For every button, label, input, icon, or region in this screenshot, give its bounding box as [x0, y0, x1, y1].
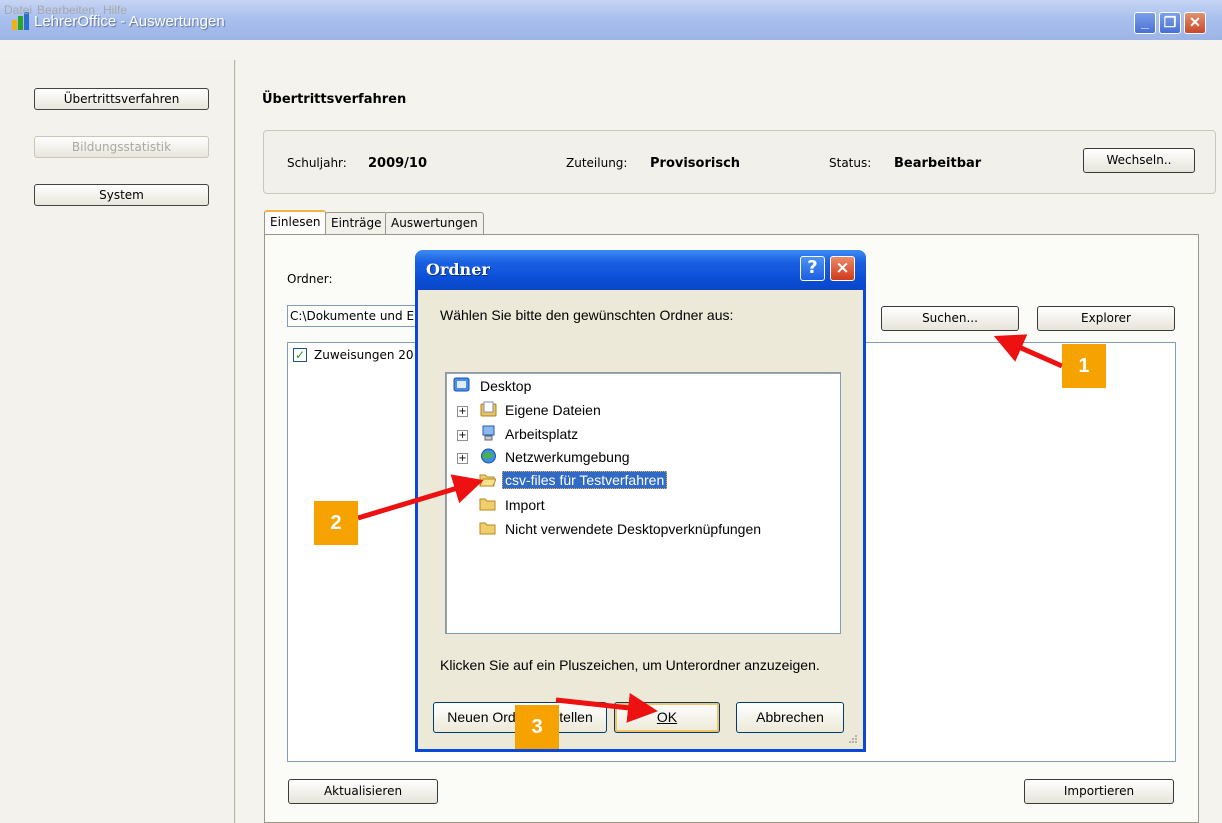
step-marker-3: 3	[515, 705, 559, 749]
step-marker-2: 2	[314, 501, 358, 545]
arrow-3	[555, 692, 658, 723]
arrow-1	[993, 334, 1064, 369]
step-marker-1: 1	[1062, 344, 1106, 388]
arrow-2	[357, 474, 484, 521]
annotation-arrows	[357, 334, 1064, 723]
